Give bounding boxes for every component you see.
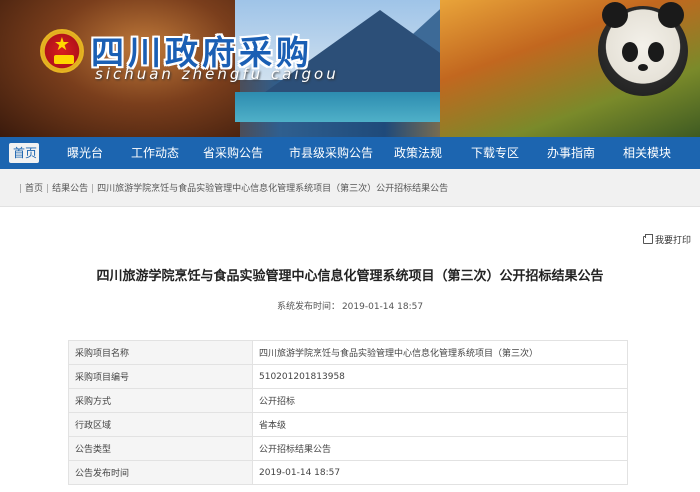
breadcrumb-current: 四川旅游学院烹饪与食品实验管理中心信息化管理系统项目（第三次）公开招标结果公告 [97,184,449,194]
main-nav: 首页 曝光台 工作动态 省采购公告 市县级采购公告 政策法规 下载专区 办事指南… [0,137,700,169]
info-value: 省本级 [252,412,628,437]
nav-item-work-news[interactable]: 工作动态 [130,137,180,169]
panda-image [598,2,688,96]
publish-time-label: 系统发布时间： [276,302,340,312]
nav-item-guide[interactable]: 办事指南 [546,137,596,169]
national-emblem-icon: ★ [40,29,84,73]
info-value: 510201201813958 [252,364,628,389]
table-row: 公告发布时间 2019-01-14 18:57 [68,460,628,485]
article-content: 我要打印 四川旅游学院烹饪与食品实验管理中心信息化管理系统项目（第三次）公开招标… [0,207,700,492]
print-button[interactable]: 我要打印 [643,233,691,246]
info-key: 采购方式 [68,388,253,413]
info-key: 行政区域 [68,412,253,437]
table-row: 采购方式 公开招标 [68,388,628,413]
site-banner: ★ 四川政府采购 sichuan zhengfu caigou [0,0,700,137]
info-value: 公开招标 [252,388,628,413]
nav-item-downloads[interactable]: 下载专区 [470,137,520,169]
info-key: 采购项目编号 [68,364,253,389]
table-row: 公告类型 公开招标结果公告 [68,436,628,461]
publish-time-value: 2019-01-14 18:57 [341,302,424,312]
print-label: 我要打印 [655,236,692,246]
info-value: 公开招标结果公告 [252,436,628,461]
info-key: 采购项目名称 [68,340,253,365]
site-subtitle: sichuan zhengfu caigou [95,65,339,83]
breadcrumb-separator: | [91,184,95,194]
article-title: 四川旅游学院烹饪与食品实验管理中心信息化管理系统项目（第三次）公开招标结果公告 [96,269,604,284]
nav-item-related-modules[interactable]: 相关模块 [622,137,672,169]
project-info-table: 采购项目名称 四川旅游学院烹饪与食品实验管理中心信息化管理系统项目（第三次） 采… [68,340,628,485]
nav-item-city-county-procurement[interactable]: 市县级采购公告 [288,137,374,169]
info-key: 公告发布时间 [68,460,253,485]
table-row: 采购项目名称 四川旅游学院烹饪与食品实验管理中心信息化管理系统项目（第三次） [68,340,628,365]
breadcrumb-section-link[interactable]: 结果公告 [52,184,88,194]
publish-time: 系统发布时间： 2019-01-14 18:57 [0,299,700,312]
info-key: 公告类型 [68,436,253,461]
nav-item-policies[interactable]: 政策法规 [394,137,442,169]
nav-item-exposure[interactable]: 曝光台 [67,137,103,169]
breadcrumb-separator: | [46,184,50,194]
printer-icon [643,234,653,244]
breadcrumb-separator: | [19,184,23,194]
table-row: 采购项目编号 510201201813958 [68,364,628,389]
table-row: 行政区域 省本级 [68,412,628,437]
breadcrumb: | 首页 | 结果公告 | 四川旅游学院烹饪与食品实验管理中心信息化管理系统项目（第三次）… [0,169,700,207]
nav-item-home[interactable]: 首页 [9,143,39,163]
breadcrumb-home-link[interactable]: 首页 [25,184,43,194]
info-value: 四川旅游学院烹饪与食品实验管理中心信息化管理系统项目（第三次） [252,340,628,365]
nav-item-provincial-procurement[interactable]: 省采购公告 [202,137,264,169]
info-value: 2019-01-14 18:57 [252,460,628,485]
